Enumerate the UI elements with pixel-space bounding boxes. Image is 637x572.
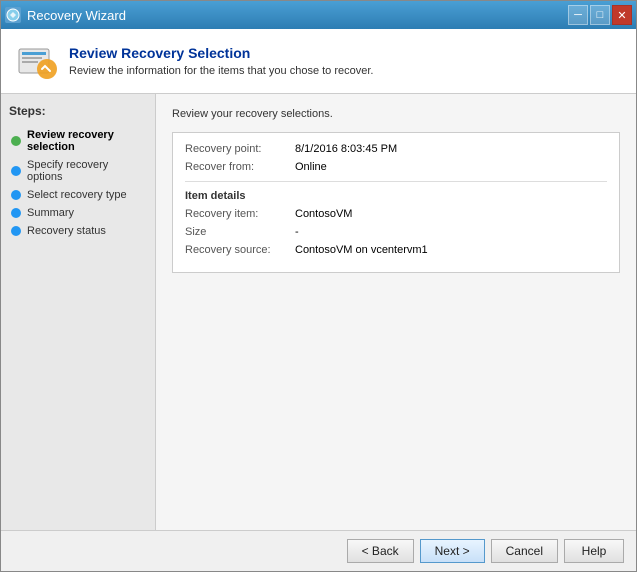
sidebar-item-select-type[interactable]: Select recovery type [9,186,147,204]
sidebar-item-review[interactable]: Review recovery selection [9,126,147,156]
footer: < Back Next > Cancel Help [1,530,636,571]
help-button[interactable]: Help [564,539,624,563]
step-dot-5 [11,226,21,236]
step-dot-1 [11,136,21,146]
sidebar-item-specify[interactable]: Specify recovery options [9,156,147,186]
sidebar-item-label-4: Summary [27,207,74,219]
next-button[interactable]: Next > [420,539,485,563]
sidebar: Steps: Review recovery selection Specify… [1,94,156,530]
sidebar-item-label-3: Select recovery type [27,189,127,201]
close-button[interactable]: ✕ [612,5,632,25]
window-title: Recovery Wizard [27,8,126,23]
sidebar-item-status[interactable]: Recovery status [9,222,147,240]
size-row: Size - [185,226,607,238]
cancel-button[interactable]: Cancel [491,539,558,563]
sidebar-item-label-5: Recovery status [27,225,106,237]
minimize-button[interactable]: ─ [568,5,588,25]
size-label: Size [185,226,295,238]
maximize-button[interactable]: □ [590,5,610,25]
step-dot-2 [11,166,21,176]
header-subtitle: Review the information for the items tha… [69,65,373,77]
info-table: Recovery point: 8/1/2016 8:03:45 PM Reco… [172,132,620,273]
titlebar-left: Recovery Wizard [5,7,126,23]
item-details-heading: Item details [185,181,607,202]
header-icon [17,41,57,81]
intro-text: Review your recovery selections. [172,108,620,120]
recovery-item-value: ContosoVM [295,208,352,220]
content-area: Steps: Review recovery selection Specify… [1,94,636,530]
recovery-point-value: 8/1/2016 8:03:45 PM [295,143,397,155]
recovery-item-label: Recovery item: [185,208,295,220]
header-text: Review Recovery Selection Review the inf… [69,45,373,77]
recover-from-value: Online [295,161,327,173]
recovery-source-label: Recovery source: [185,244,295,256]
recovery-point-label: Recovery point: [185,143,295,155]
recover-from-label: Recover from: [185,161,295,173]
step-dot-3 [11,190,21,200]
recovery-source-row: Recovery source: ContosoVM on vcentervm1 [185,244,607,256]
titlebar: Recovery Wizard ─ □ ✕ [1,1,636,29]
header-panel: Review Recovery Selection Review the inf… [1,29,636,94]
steps-heading: Steps: [9,104,147,118]
window-controls: ─ □ ✕ [568,5,632,25]
recovery-item-row: Recovery item: ContosoVM [185,208,607,220]
app-icon [5,7,21,23]
sidebar-item-summary[interactable]: Summary [9,204,147,222]
recovery-wizard-window: Recovery Wizard ─ □ ✕ Review Recovery Se… [0,0,637,572]
header-title: Review Recovery Selection [69,45,373,61]
recovery-source-value: ContosoVM on vcentervm1 [295,244,428,256]
step-dot-4 [11,208,21,218]
sidebar-item-label-2: Specify recovery options [27,159,145,183]
back-button[interactable]: < Back [347,539,414,563]
recover-from-row: Recover from: Online [185,161,607,173]
recovery-point-row: Recovery point: 8/1/2016 8:03:45 PM [185,143,607,155]
sidebar-item-label-1: Review recovery selection [27,129,145,153]
size-value: - [295,226,299,238]
main-panel: Review your recovery selections. Recover… [156,94,636,530]
